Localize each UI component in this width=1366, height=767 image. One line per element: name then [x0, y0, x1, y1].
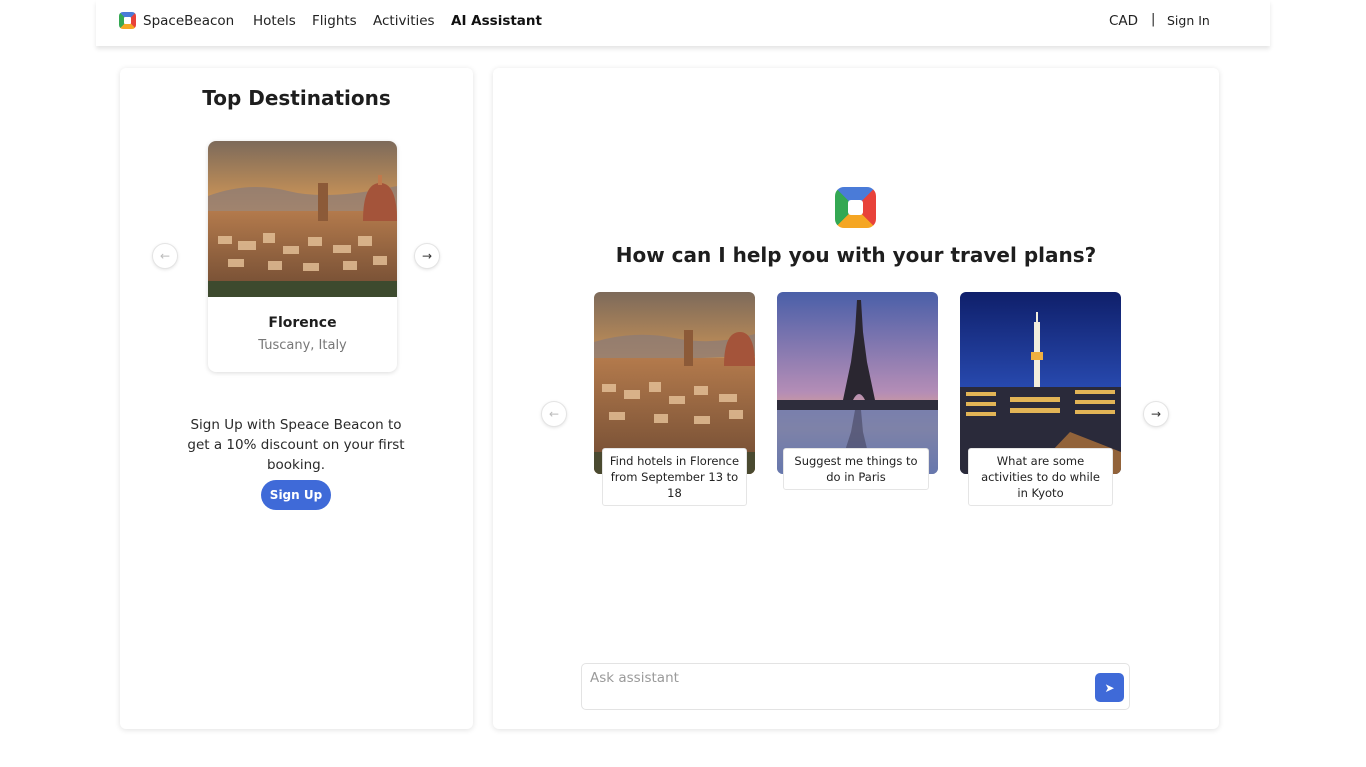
assistant-logo-icon	[835, 187, 876, 228]
arrow-right-icon: →	[1150, 407, 1162, 421]
destination-name: Florence	[268, 315, 337, 331]
kyoto-tower-image	[960, 292, 1121, 474]
suggestion-card-paris[interactable]	[777, 292, 938, 474]
send-icon: ➤	[1104, 680, 1115, 695]
sign-in-link[interactable]: Sign In	[1167, 13, 1210, 28]
destinations-next-button[interactable]: →	[414, 243, 440, 269]
ask-assistant-input[interactable]	[590, 668, 1080, 688]
nav-link-hotels[interactable]: Hotels	[253, 13, 296, 29]
brand[interactable]: SpaceBeacon	[119, 12, 234, 29]
arrow-left-icon: ←	[159, 249, 171, 263]
spacebeacon-logo-icon	[119, 12, 136, 29]
paris-eiffel-image	[777, 292, 938, 474]
destination-location: Tuscany, Italy	[258, 338, 347, 353]
send-button[interactable]: ➤	[1095, 673, 1124, 702]
top-destinations-title: Top Destinations	[202, 86, 391, 110]
signup-button[interactable]: Sign Up	[261, 480, 331, 510]
arrow-right-icon: →	[421, 249, 433, 263]
top-nav: SpaceBeacon Hotels Flights Activities AI…	[96, 0, 1270, 46]
assistant-heading: How can I help you with your travel plan…	[615, 243, 1097, 267]
florence-image	[594, 292, 755, 474]
suggestion-label-paris[interactable]: Suggest me things to do in Paris	[783, 448, 929, 490]
suggestions-next-button[interactable]: →	[1143, 401, 1169, 427]
ask-assistant-box: ➤	[581, 663, 1130, 710]
currency-selector[interactable]: CAD	[1109, 13, 1138, 29]
arrow-left-icon: ←	[548, 407, 560, 421]
destinations-prev-button[interactable]: ←	[152, 243, 178, 269]
top-destinations-panel: Top Destinations ← → Florence Tuscany, I…	[120, 68, 473, 729]
nav-link-flights[interactable]: Flights	[312, 13, 357, 29]
signup-promo-text: Sign Up with Speace Beacon to get a 10% …	[187, 417, 405, 473]
suggestion-label-kyoto[interactable]: What are some activities to do while in …	[968, 448, 1113, 506]
destination-card[interactable]: Florence Tuscany, Italy	[208, 141, 397, 372]
suggestion-card-florence[interactable]	[594, 292, 755, 474]
suggestions-prev-button[interactable]: ←	[541, 401, 567, 427]
brand-name: SpaceBeacon	[143, 12, 235, 29]
nav-separator: |	[1151, 12, 1156, 27]
suggestion-card-kyoto[interactable]	[960, 292, 1121, 474]
florence-image	[208, 141, 397, 297]
nav-link-ai-assistant[interactable]: AI Assistant	[451, 13, 542, 29]
suggestion-label-florence[interactable]: Find hotels in Florence from September 1…	[602, 448, 747, 506]
nav-link-activities[interactable]: Activities	[373, 13, 435, 29]
ai-assistant-panel: How can I help you with your travel plan…	[493, 68, 1219, 729]
